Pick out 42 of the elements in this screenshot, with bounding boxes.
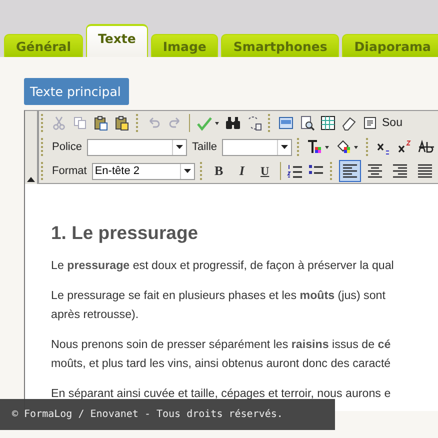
source-label[interactable]: Sou: [382, 117, 402, 129]
paste-text-icon[interactable]: [114, 115, 130, 131]
format-dropdown[interactable]: En-tête 2: [92, 162, 195, 180]
strikethrough-icon[interactable]: [418, 139, 434, 155]
caret-icon: [176, 145, 183, 149]
text-color-icon[interactable]: [307, 139, 332, 155]
superscript-icon[interactable]: [397, 139, 414, 155]
tab[interactable]: Texte: [86, 24, 148, 57]
caret-icon: [184, 169, 191, 173]
size-label: Taille: [192, 141, 218, 153]
align-left-button[interactable]: [338, 160, 361, 182]
form-icon[interactable]: [278, 115, 294, 131]
paste-icon[interactable]: [93, 115, 109, 131]
tab[interactable]: Image: [150, 34, 218, 57]
font-dropdown[interactable]: [86, 138, 187, 156]
preview-icon[interactable]: [299, 115, 315, 131]
tab[interactable]: Général: [4, 34, 83, 57]
paragraph: En séparant ainsi cuvée et taille, cépages et terroir, nous aurons e: [51, 386, 392, 402]
binoculars-icon[interactable]: [225, 115, 241, 131]
table-icon[interactable]: [320, 115, 336, 131]
paragraph: Nous prenons soin de presser séparément les raisins issus de cé moûts, et plus tard les vins, ainsi obtenus auront donc des caracté: [51, 337, 392, 372]
text-style-button[interactable]: I: [232, 161, 252, 181]
eraser-icon[interactable]: [341, 115, 357, 131]
font-label: Police: [52, 141, 82, 153]
size-dropdown[interactable]: [222, 138, 292, 156]
source-icon[interactable]: [362, 115, 378, 131]
fill-color-icon[interactable]: [336, 139, 360, 155]
replace-icon[interactable]: [246, 115, 262, 131]
spellcheck-icon[interactable]: [196, 115, 220, 131]
text-style-button[interactable]: B: [208, 161, 229, 181]
tab[interactable]: Smartphones: [221, 34, 340, 57]
paragraph: Le pressurage est doux et progressif, de façon à préserver la qual: [51, 258, 395, 274]
tab[interactable]: Diaporama: [342, 34, 438, 57]
copyright-notice: © FormaLog / Enovanet - Tous droits réservés.: [0, 399, 335, 430]
caret-icon: [281, 145, 288, 149]
text-style-button[interactable]: U: [254, 161, 275, 181]
paragraph: Le pressurage se fait en plusieurs phases et les moûts (jus) sont après retrousse).: [51, 288, 386, 323]
numbered-list-icon[interactable]: [286, 163, 303, 179]
format-label: Format: [52, 165, 87, 177]
collapse-triangle-icon[interactable]: [27, 177, 35, 182]
section-button[interactable]: Texte principal: [24, 78, 129, 105]
document-heading: 1. Le pressurage: [51, 222, 200, 244]
